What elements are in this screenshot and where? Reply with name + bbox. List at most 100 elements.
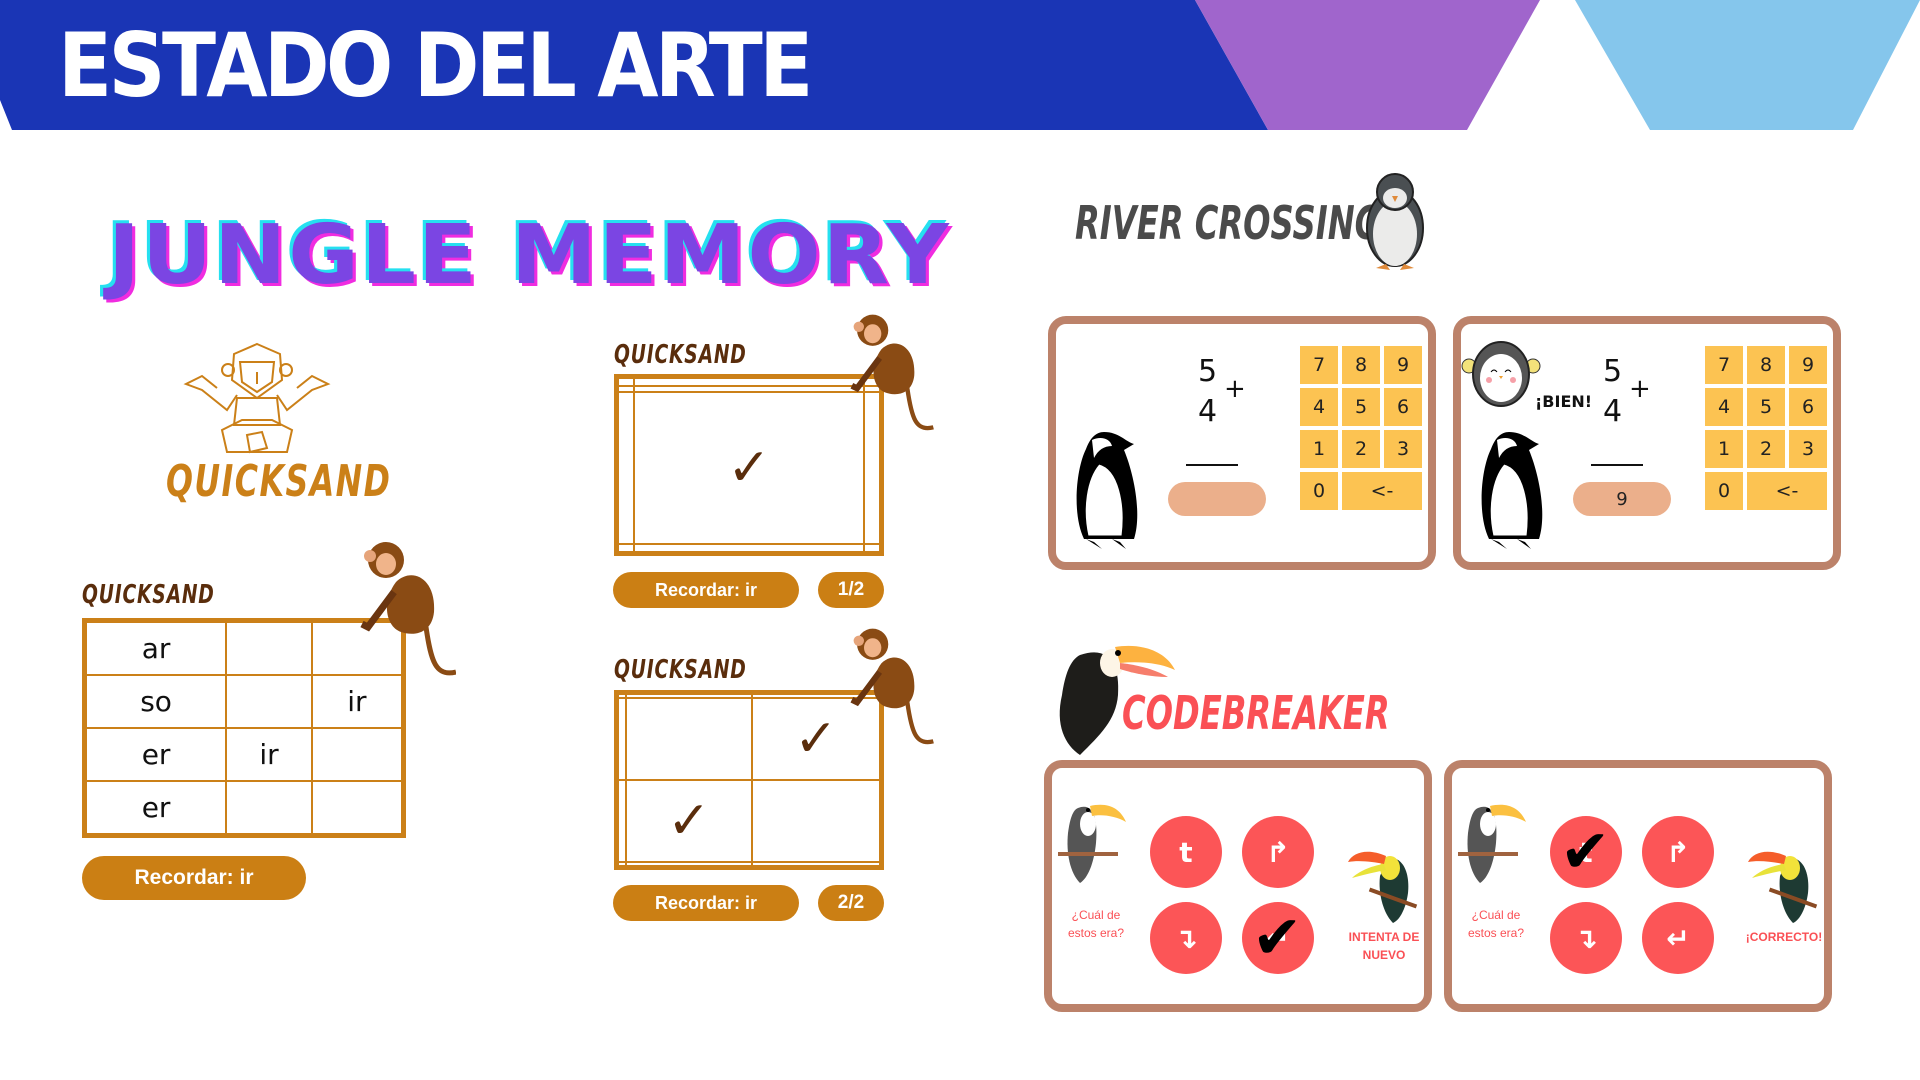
- checkmark-icon: ✓: [667, 791, 711, 852]
- operand-bottom: 4: [1198, 394, 1218, 429]
- grid-cell[interactable]: [615, 861, 628, 869]
- symbol-glyph: t: [1179, 835, 1193, 869]
- grid-cell[interactable]: [225, 619, 313, 677]
- grid-cell[interactable]: so: [83, 674, 228, 729]
- code-option-button[interactable]: ↱: [1242, 816, 1314, 888]
- remember-pill: Recordar: ir: [613, 885, 799, 921]
- grid-cell[interactable]: er: [83, 726, 228, 782]
- backspace-key[interactable]: <-: [1747, 472, 1827, 510]
- sum-line: [1591, 464, 1643, 466]
- result-text: ¡CORRECTO!: [1745, 930, 1823, 944]
- backspace-key[interactable]: <-: [1342, 472, 1422, 510]
- grid-row: [615, 542, 883, 555]
- grid-cell[interactable]: [633, 375, 865, 388]
- grid-cell[interactable]: [862, 542, 883, 555]
- decor-blue-shape: [1575, 0, 1920, 130]
- key-6[interactable]: 6: [1789, 388, 1827, 426]
- code-option-button[interactable]: ↴: [1550, 902, 1622, 974]
- code-option-button[interactable]: ↵: [1642, 902, 1714, 974]
- grid-cell[interactable]: [750, 778, 883, 864]
- grid-cell[interactable]: [225, 779, 313, 837]
- progress-counter: 1/2: [818, 572, 884, 608]
- code-option-button[interactable]: ↵ ✔: [1242, 902, 1314, 974]
- grid-row: er ir: [83, 726, 405, 782]
- key-9[interactable]: 9: [1384, 346, 1422, 384]
- grid-cell[interactable]: [615, 375, 636, 388]
- number-keypad: 7 8 9 4 5 6 1 2 3 0 <-: [1705, 346, 1827, 510]
- codebreaker-title: CODEBREAKER: [1122, 686, 1390, 740]
- key-2[interactable]: 2: [1747, 430, 1785, 468]
- key-2[interactable]: 2: [1342, 430, 1380, 468]
- sum-line: [1186, 464, 1238, 466]
- grid-step2-label: QUICKSAND: [614, 655, 747, 685]
- toucan-result-icon: [1348, 838, 1418, 933]
- grid-row: so ir: [83, 674, 405, 729]
- toucan-result-icon: [1748, 838, 1818, 933]
- grid-main-label: QUICKSAND: [82, 580, 215, 610]
- grid-cell[interactable]: [615, 542, 636, 555]
- jungle-memory-title: JUNGLE MEMORY: [108, 208, 951, 303]
- grid-cell[interactable]: [633, 542, 865, 555]
- key-3[interactable]: 3: [1789, 430, 1827, 468]
- checkmark-icon: ✔: [1560, 817, 1611, 887]
- grid-cell[interactable]: ✓: [633, 390, 865, 545]
- key-8[interactable]: 8: [1747, 346, 1785, 384]
- grid-cell[interactable]: [615, 696, 628, 781]
- operand-top: 5: [1198, 354, 1218, 389]
- monkey-logo-icon: [183, 342, 331, 454]
- code-option-button[interactable]: ↱: [1642, 816, 1714, 888]
- monkey-icon: [850, 628, 934, 745]
- key-4[interactable]: 4: [1300, 388, 1338, 426]
- number-keypad: 7 8 9 4 5 6 1 2 3 0 <-: [1300, 346, 1422, 510]
- toucan-icon: [1058, 798, 1128, 893]
- key-9[interactable]: 9: [1789, 346, 1827, 384]
- key-1[interactable]: 1: [1300, 430, 1338, 468]
- grid-cell[interactable]: [310, 779, 405, 837]
- operand-top: 5: [1603, 354, 1623, 389]
- toucan-icon: [1458, 798, 1528, 893]
- grid-cell[interactable]: [225, 674, 313, 729]
- answer-field[interactable]: 9: [1573, 482, 1671, 516]
- grid-step1-label: QUICKSAND: [614, 340, 747, 370]
- grid-cell[interactable]: [615, 778, 628, 864]
- grid-cell[interactable]: [625, 696, 753, 781]
- happy-penguin-icon: [1461, 332, 1541, 412]
- symbol-glyph: ↱: [1266, 835, 1290, 869]
- result-text: INTENTA DE NUEVO: [1348, 930, 1420, 962]
- code-option-button[interactable]: ↴: [1150, 902, 1222, 974]
- river-crossing-card: ¡BIEN! 5 4 +9 7 8 9 4 5 6 1 2 3 0 <-: [1453, 316, 1841, 570]
- grid-cell[interactable]: ar: [83, 619, 228, 677]
- key-0[interactable]: 0: [1705, 472, 1743, 510]
- grid-cell[interactable]: ✓: [625, 778, 753, 864]
- grid-cell[interactable]: er: [83, 779, 228, 837]
- key-5[interactable]: 5: [1747, 388, 1785, 426]
- key-7[interactable]: 7: [1705, 346, 1743, 384]
- symbol-glyph: ↱: [1666, 835, 1690, 869]
- remember-pill: Recordar: ir: [613, 572, 799, 608]
- key-8[interactable]: 8: [1342, 346, 1380, 384]
- grid-cell[interactable]: [625, 861, 753, 869]
- key-7[interactable]: 7: [1300, 346, 1338, 384]
- key-6[interactable]: 6: [1384, 388, 1422, 426]
- penguin-icon: [1366, 173, 1424, 270]
- grid-row: [615, 861, 883, 869]
- page-title: ESTADO DEL ARTE: [58, 14, 813, 117]
- grid-cell[interactable]: [615, 390, 636, 545]
- key-5[interactable]: 5: [1342, 388, 1380, 426]
- feedback-text: ¡BIEN!: [1535, 392, 1593, 411]
- symbol-glyph: ↵: [1666, 921, 1690, 955]
- key-3[interactable]: 3: [1384, 430, 1422, 468]
- key-4[interactable]: 4: [1705, 388, 1743, 426]
- code-option-button[interactable]: t ✔: [1550, 816, 1622, 888]
- grid-cell[interactable]: ir: [225, 726, 313, 782]
- code-option-button[interactable]: t: [1150, 816, 1222, 888]
- symbol-glyph: ↴: [1174, 921, 1198, 955]
- key-1[interactable]: 1: [1705, 430, 1743, 468]
- grid-cell[interactable]: [750, 861, 883, 869]
- grid-cell[interactable]: ir: [310, 674, 405, 729]
- penguin-icon: [1064, 424, 1144, 559]
- symbol-glyph: ↴: [1574, 921, 1598, 955]
- grid-cell[interactable]: [310, 726, 405, 782]
- answer-field[interactable]: [1168, 482, 1266, 516]
- key-0[interactable]: 0: [1300, 472, 1338, 510]
